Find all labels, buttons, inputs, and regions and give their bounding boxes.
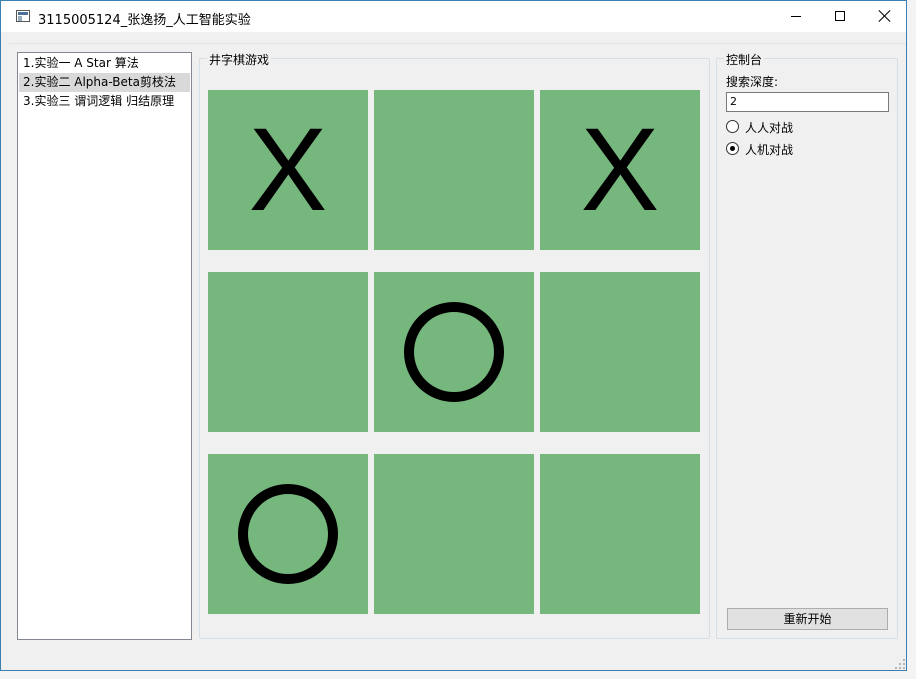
experiment-item-3[interactable]: 3.实验三 谓词逻辑 归结原理 bbox=[19, 92, 190, 111]
console-group-title: 控制台 bbox=[724, 51, 765, 68]
experiment-item-1[interactable]: 1.实验一 A Star 算法 bbox=[19, 54, 190, 73]
mode-pvp-radio[interactable] bbox=[726, 120, 739, 133]
x-mark: X bbox=[248, 104, 328, 236]
close-icon bbox=[879, 10, 891, 22]
x-mark: X bbox=[580, 104, 660, 236]
maximize-button[interactable] bbox=[817, 1, 863, 32]
background-window-strip-bottom bbox=[0, 671, 916, 679]
board-cell-0[interactable]: X bbox=[208, 90, 368, 250]
board-cell-3[interactable] bbox=[208, 272, 368, 432]
board-cell-4[interactable] bbox=[374, 272, 534, 432]
board-cell-5[interactable] bbox=[540, 272, 700, 432]
background-window-strip-right bbox=[907, 0, 916, 679]
minimize-icon bbox=[791, 16, 801, 17]
board-cell-7[interactable] bbox=[374, 454, 534, 614]
depth-input[interactable]: 2 bbox=[726, 92, 889, 112]
close-button[interactable] bbox=[862, 1, 908, 32]
board-cell-1[interactable] bbox=[374, 90, 534, 250]
title-bar: 3115005124_张逸扬_人工智能实验 bbox=[1, 1, 906, 32]
experiment-list[interactable]: 1.实验一 A Star 算法 2.实验二 Alpha-Beta剪枝法 3.实验… bbox=[17, 52, 192, 640]
minimize-button[interactable] bbox=[773, 1, 819, 32]
game-group-title: 井字棋游戏 bbox=[207, 51, 272, 68]
o-mark bbox=[404, 302, 504, 402]
board-cell-2[interactable]: X bbox=[540, 90, 700, 250]
app-window-icon bbox=[16, 10, 30, 22]
mode-pvp-label[interactable]: 人人对战 bbox=[745, 119, 793, 136]
experiment-item-2[interactable]: 2.实验二 Alpha-Beta剪枝法 bbox=[19, 73, 190, 92]
board-cell-6[interactable] bbox=[208, 454, 368, 614]
o-mark bbox=[238, 484, 338, 584]
resize-grip[interactable] bbox=[895, 659, 905, 669]
depth-label: 搜索深度: bbox=[726, 75, 779, 89]
mode-pve-label[interactable]: 人机对战 bbox=[745, 141, 793, 158]
maximize-icon bbox=[835, 11, 845, 21]
window-title: 3115005124_张逸扬_人工智能实验 bbox=[38, 13, 251, 28]
mode-pve-radio[interactable] bbox=[726, 142, 739, 155]
restart-button[interactable]: 重新开始 bbox=[727, 608, 888, 630]
console-group bbox=[716, 58, 898, 639]
board-cell-8[interactable] bbox=[540, 454, 700, 614]
menu-separator bbox=[9, 43, 906, 44]
